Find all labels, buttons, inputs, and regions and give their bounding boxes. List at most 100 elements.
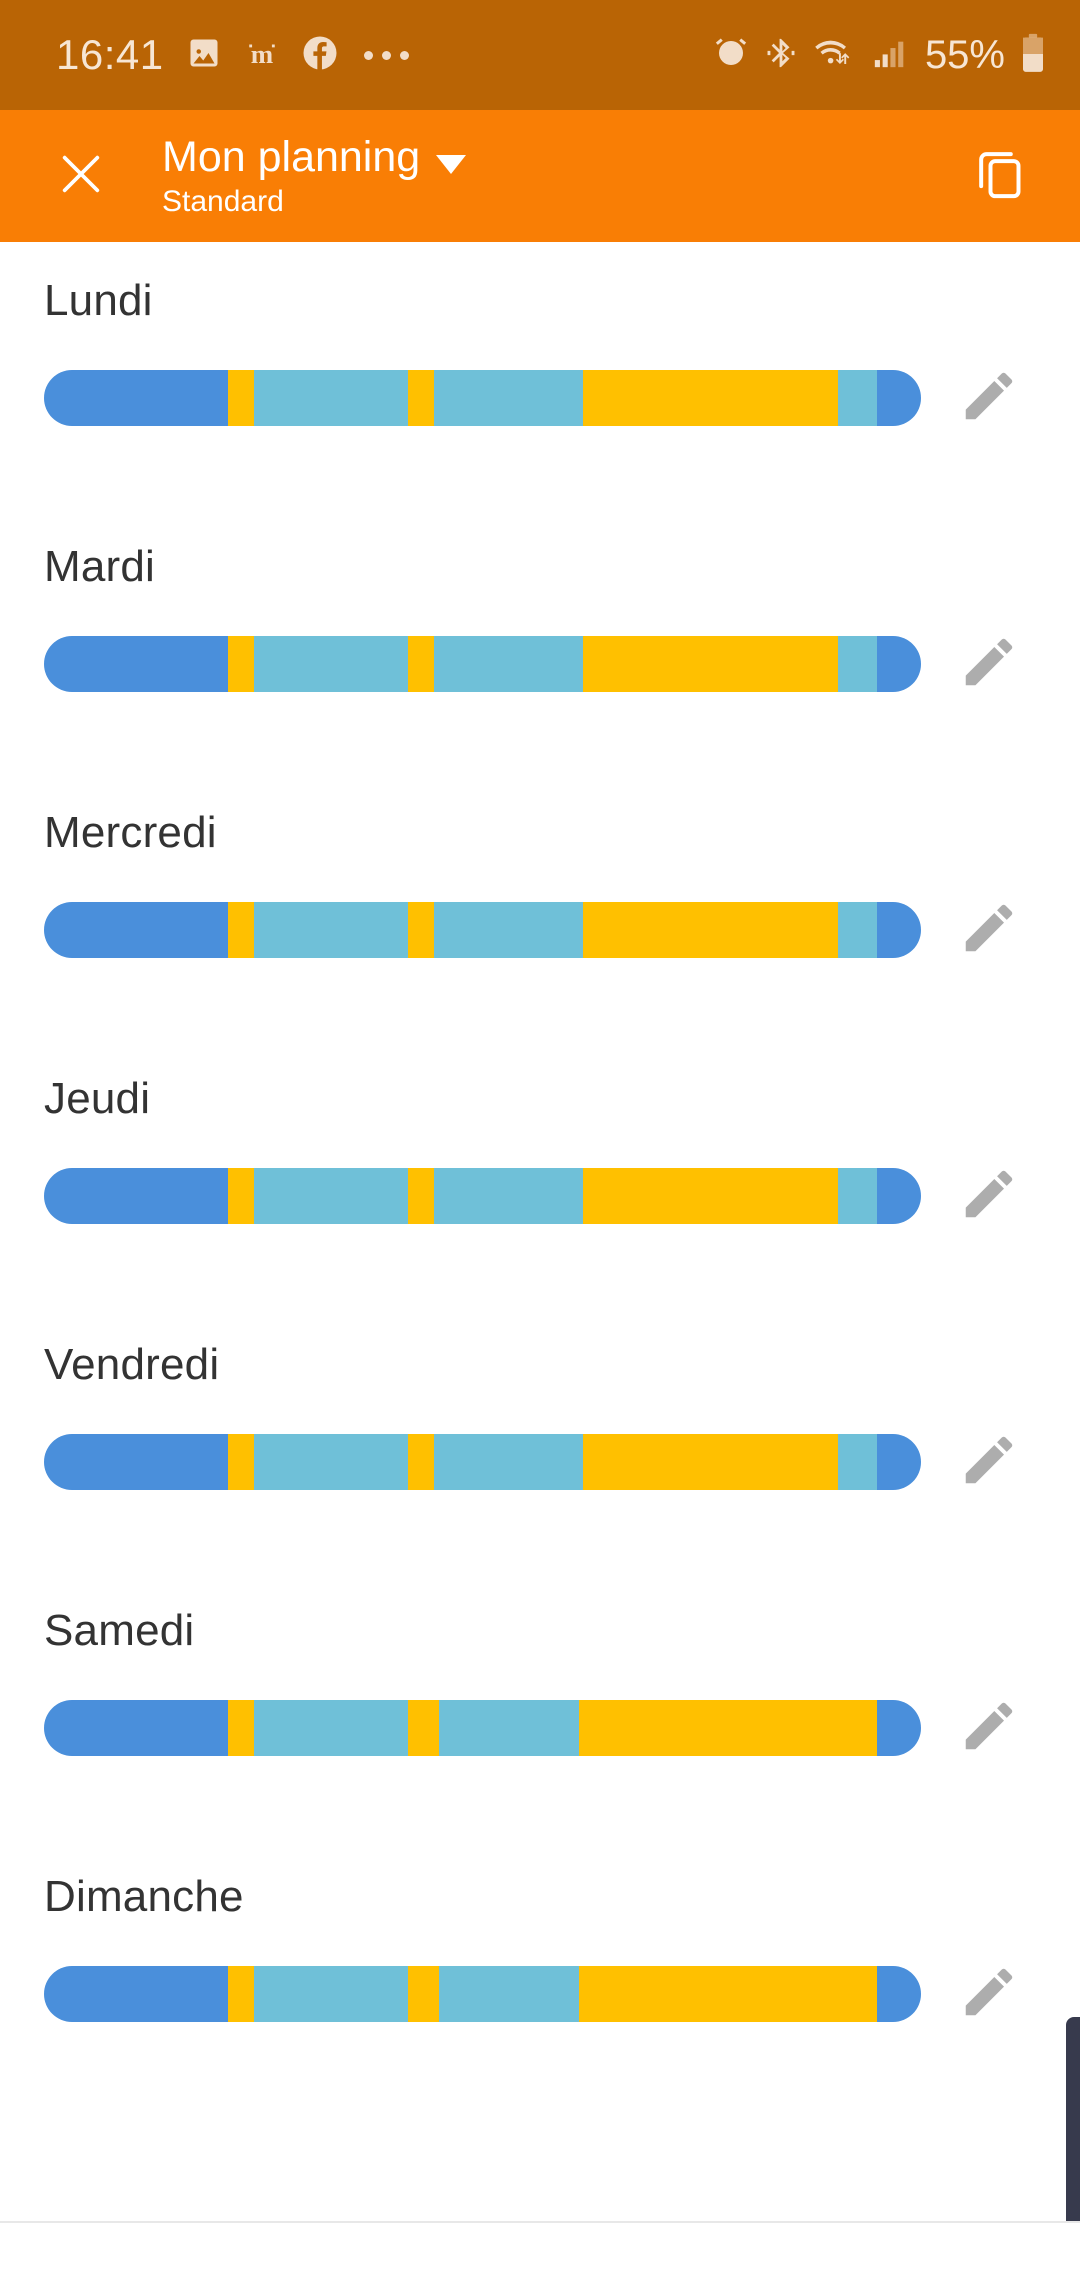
schedule-segment: [228, 902, 255, 958]
day-bar-line: [44, 356, 1080, 440]
status-bar-left: 16:41 m: [56, 31, 713, 79]
title-row[interactable]: Mon planning: [162, 132, 962, 181]
row-spacer: [0, 1504, 1080, 1606]
schedule-segment: [228, 636, 255, 692]
schedule-segment: [254, 1700, 408, 1756]
day-bar-line: [44, 888, 1080, 972]
edit-day-button[interactable]: [937, 1686, 1041, 1770]
wifi-transfer-icon: [813, 35, 857, 76]
schedule-segment: [837, 1168, 878, 1224]
app-bar: Mon planning Standard: [0, 110, 1080, 242]
schedule-segment: [583, 902, 838, 958]
day-label: Vendredi: [44, 1340, 220, 1389]
schedule-bar[interactable]: [44, 636, 921, 692]
schedule-segment: [837, 1434, 878, 1490]
battery-percent-label: 55%: [924, 32, 1005, 77]
row-spacer: [0, 706, 1080, 808]
page-title: Mon planning: [162, 132, 421, 181]
scrollbar-thumb[interactable]: [1066, 2017, 1080, 2221]
row-spacer: [0, 972, 1080, 1074]
schedule-segment: [228, 1168, 255, 1224]
schedule-segment: [438, 1700, 579, 1756]
day-bar-line: [44, 1952, 1080, 2036]
day-label: Dimanche: [44, 1872, 244, 1921]
edit-day-button[interactable]: [937, 622, 1041, 706]
schedule-segment: [877, 1168, 921, 1224]
schedule-segment: [228, 370, 255, 426]
schedule-bar[interactable]: [44, 1168, 921, 1224]
copy-button[interactable]: [962, 137, 1040, 215]
day-bar-line: [44, 1154, 1080, 1238]
schedule-bar[interactable]: [44, 370, 921, 426]
schedule-segment: [254, 370, 408, 426]
schedule-segment: [877, 636, 921, 692]
day-row: Samedi: [0, 1606, 1080, 1770]
schedule-segment: [877, 902, 921, 958]
status-bar-clock: 16:41: [56, 31, 164, 78]
edit-day-button[interactable]: [937, 1420, 1041, 1504]
page-subtitle: Standard: [162, 185, 284, 219]
schedule-segment: [434, 636, 584, 692]
schedule-segment: [407, 1434, 435, 1490]
schedule-bar[interactable]: [44, 1966, 921, 2022]
schedule-segment: [254, 1168, 408, 1224]
day-bar-line: [44, 1420, 1080, 1504]
schedule-segment: [583, 1168, 838, 1224]
day-bar-line: [44, 622, 1080, 706]
schedule-segment: [254, 636, 408, 692]
day-label: Mardi: [44, 542, 156, 591]
day-row: Mardi: [0, 542, 1080, 706]
pencil-icon: [958, 365, 1020, 432]
schedule-bar[interactable]: [44, 902, 921, 958]
schedule-segment: [44, 1434, 229, 1490]
gallery-icon: [186, 35, 222, 76]
schedule-list[interactable]: Lundi Mardi Mercredi Jeudi Vendredi Samedi Dim…: [0, 242, 1080, 2221]
day-row: Jeudi: [0, 1074, 1080, 1238]
schedule-segment: [407, 636, 435, 692]
schedule-segment: [44, 1700, 229, 1756]
schedule-segment: [254, 902, 408, 958]
schedule-segment: [407, 1966, 439, 2022]
day-label: Mercredi: [44, 808, 217, 857]
schedule-segment: [407, 902, 435, 958]
schedule-segment: [837, 636, 878, 692]
schedule-segment: [434, 1168, 584, 1224]
close-icon: [53, 146, 109, 207]
schedule-segment: [228, 1966, 255, 2022]
day-row: Lundi: [0, 276, 1080, 440]
pencil-icon: [958, 1961, 1020, 2028]
edit-day-button[interactable]: [937, 888, 1041, 972]
schedule-segment: [434, 902, 584, 958]
title-block[interactable]: Mon planning Standard: [162, 132, 962, 219]
schedule-segment: [434, 1434, 584, 1490]
copy-icon: [973, 146, 1029, 207]
alarm-icon: [713, 35, 749, 76]
day-bar-line: [44, 1686, 1080, 1770]
schedule-segment: [44, 1168, 229, 1224]
schedule-segment: [407, 370, 435, 426]
pencil-icon: [958, 1695, 1020, 1762]
schedule-segment: [877, 370, 921, 426]
schedule-segment: [837, 902, 878, 958]
status-bar-right: 55%: [713, 33, 1046, 78]
schedule-segment: [44, 636, 229, 692]
pencil-icon: [958, 897, 1020, 964]
row-spacer: [0, 440, 1080, 542]
row-spacer: [0, 1770, 1080, 1872]
gothic-m-icon: m: [244, 36, 280, 75]
day-label: Jeudi: [44, 1074, 151, 1123]
schedule-bar[interactable]: [44, 1434, 921, 1490]
edit-day-button[interactable]: [937, 1154, 1041, 1238]
day-row: Vendredi: [0, 1340, 1080, 1504]
schedule-segment: [44, 1966, 229, 2022]
schedule-segment: [254, 1966, 408, 2022]
schedule-bar[interactable]: [44, 1700, 921, 1756]
schedule-segment: [407, 1168, 435, 1224]
edit-day-button[interactable]: [937, 1952, 1041, 2036]
chevron-down-icon[interactable]: [436, 154, 467, 174]
edit-day-button[interactable]: [937, 356, 1041, 440]
schedule-segment: [578, 1966, 878, 2022]
schedule-segment: [837, 370, 878, 426]
day-row: Dimanche: [0, 1872, 1080, 2036]
close-button[interactable]: [44, 139, 118, 213]
